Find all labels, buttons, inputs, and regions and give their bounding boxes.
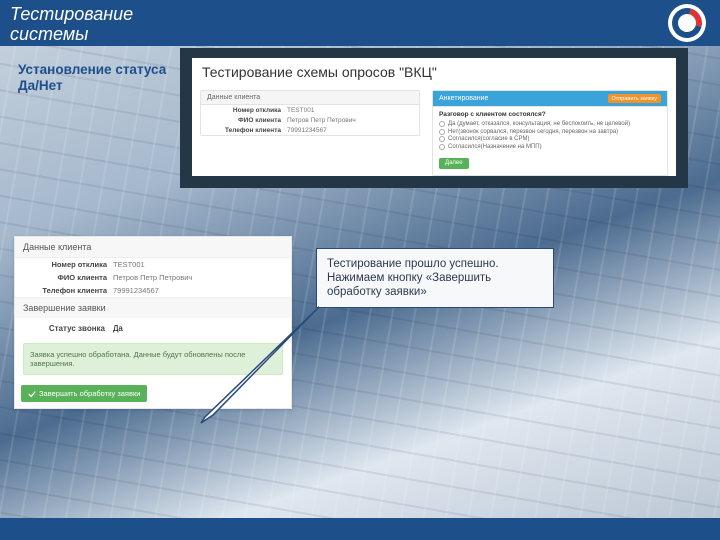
send-request-button[interactable]: Отправить заявку: [608, 94, 662, 103]
client-data-heading: Данные клиента: [201, 91, 419, 105]
callout-box: Тестирование прошло успешно. Нажимаем кн…: [316, 248, 554, 308]
radio-icon: [439, 136, 445, 142]
survey-heading: Анкетирование: [439, 95, 488, 102]
radio-icon: [439, 121, 445, 127]
radio-icon: [439, 129, 445, 135]
survey-option[interactable]: Да (думает, отказался, консультация, не …: [439, 121, 661, 127]
app-frame-outer: Тестирование схемы опросов "ВКЦ" Данные …: [180, 48, 688, 188]
check-icon: [28, 390, 36, 398]
page-subtitle: Установление статуса Да/Нет: [18, 62, 168, 94]
radio-icon: [439, 144, 445, 150]
next-button[interactable]: Далее: [439, 158, 469, 169]
logo-icon: [668, 4, 706, 42]
survey-option[interactable]: Нет(звонок сорвался, перезвон сегодня, п…: [439, 129, 661, 135]
callout-tail-icon: [199, 305, 323, 425]
status-value: Да: [113, 324, 123, 333]
survey-question: Разговор с клиентом состоялся?: [439, 111, 661, 118]
finish-request-button[interactable]: Завершить обработку заявки: [21, 385, 147, 402]
client-data-card: Данные клиента Номер откликаTEST001 ФИО …: [200, 90, 420, 136]
footer-band: [0, 518, 720, 540]
app-frame: Тестирование схемы опросов "ВКЦ" Данные …: [192, 58, 676, 176]
result-heading-client: Данные клиента: [15, 237, 291, 258]
app-title: Тестирование схемы опросов "ВКЦ": [202, 64, 666, 80]
survey-card: Анкетирование Отправить заявку Разговор …: [432, 90, 668, 176]
survey-option[interactable]: Согласился(согласие в CPM): [439, 136, 661, 142]
page-title: Тестирование системы: [10, 4, 150, 44]
survey-option[interactable]: Согласился(Назначение на МПП): [439, 144, 661, 150]
